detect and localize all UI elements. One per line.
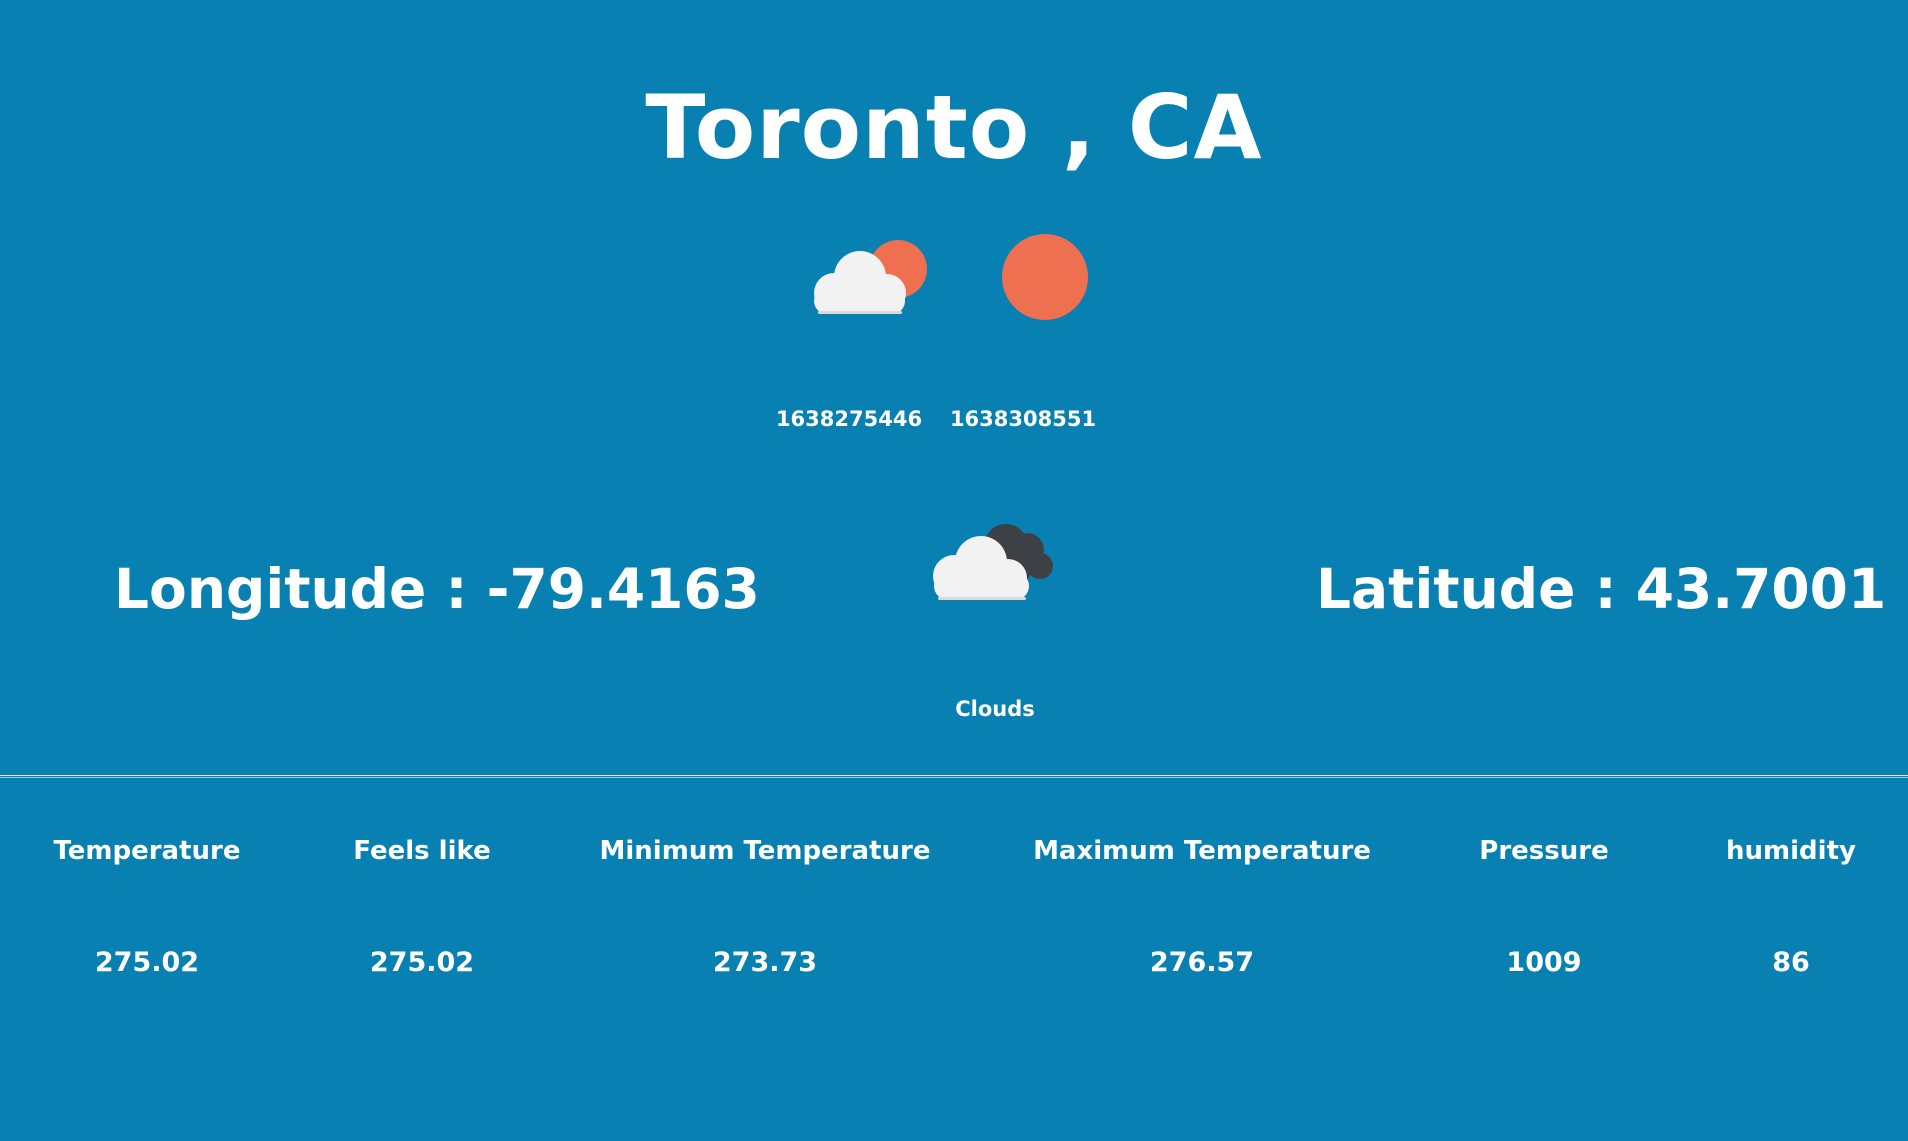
- stat-label: Feels like: [353, 836, 491, 866]
- stat-maximum-temperature: Maximum Temperature 276.57: [1032, 831, 1372, 983]
- divider: [0, 775, 1908, 778]
- partly-cloudy-sun-icon: [810, 233, 930, 323]
- stat-label: Maximum Temperature: [1033, 836, 1371, 866]
- stat-label: humidity: [1726, 836, 1856, 866]
- sunrise-time: 1638275446: [775, 407, 923, 431]
- stat-label: Pressure: [1479, 836, 1609, 866]
- stat-minimum-temperature: Minimum Temperature 273.73: [595, 831, 935, 983]
- stat-label: Minimum Temperature: [599, 836, 931, 866]
- stat-temperature: Temperature 275.02: [37, 831, 257, 983]
- longitude-label: Longitude : -79.4163: [114, 557, 760, 621]
- stat-pressure: Pressure 1009: [1444, 831, 1644, 983]
- stat-value: 86: [1772, 947, 1810, 978]
- stat-feels-like: Feels like 275.02: [312, 831, 532, 983]
- stat-humidity: humidity 86: [1691, 831, 1891, 983]
- stat-label: Temperature: [53, 836, 241, 866]
- sunset-time: 1638308551: [949, 407, 1097, 431]
- stat-value: 275.02: [94, 947, 200, 978]
- latitude-label: Latitude : 43.7001: [1316, 557, 1887, 621]
- broken-clouds-icon: [930, 518, 1060, 606]
- page-title: Toronto , CA: [645, 75, 1263, 179]
- stat-value: 276.57: [1149, 947, 1255, 978]
- weather-condition-label: Clouds: [955, 697, 1035, 721]
- stat-value: 273.73: [712, 947, 818, 978]
- stat-value: 1009: [1506, 947, 1582, 978]
- sun-icon: [1000, 232, 1090, 322]
- stat-value: 275.02: [369, 947, 475, 978]
